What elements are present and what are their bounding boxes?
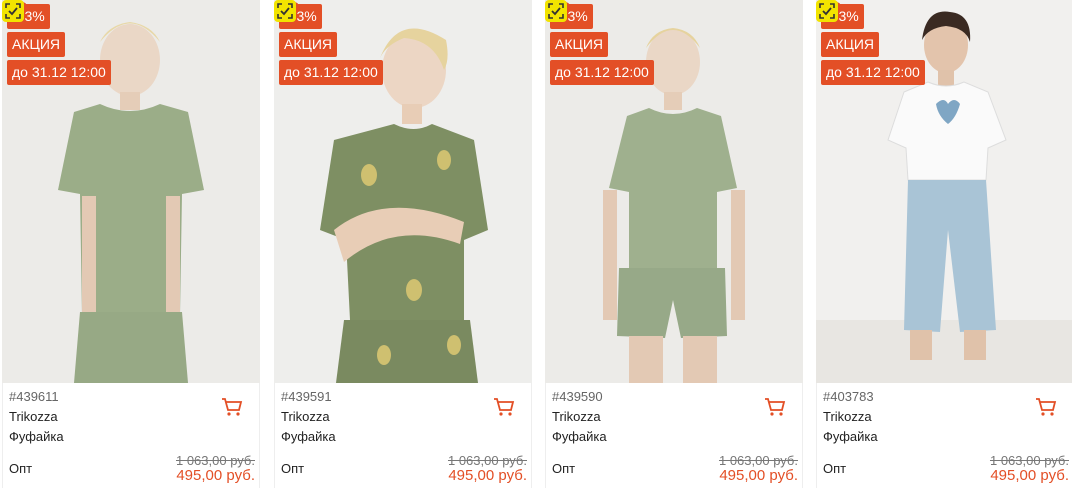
product-info: #439591 Trikozza Фуфайка Опт 1 063,00 ру… <box>274 383 532 488</box>
product-sku: #439591 <box>281 389 332 404</box>
product-brand[interactable]: Trikozza <box>823 409 872 424</box>
deadline-badge: до 31.12 12:00 <box>821 60 925 85</box>
price-type-label: Опт <box>552 461 576 476</box>
cart-icon[interactable] <box>493 397 515 417</box>
deadline-badge: до 31.12 12:00 <box>279 60 383 85</box>
deadline-badge: до 31.12 12:00 <box>550 60 654 85</box>
product-brand[interactable]: Trikozza <box>281 409 330 424</box>
current-price: 495,00 руб. <box>448 467 527 484</box>
promo-badge: АКЦИЯ <box>279 32 338 57</box>
promo-badge: АКЦИЯ <box>550 32 609 57</box>
cart-icon[interactable] <box>221 397 243 417</box>
price-type-label: Опт <box>823 461 847 476</box>
product-photo[interactable]: -53% АКЦИЯ до 31.12 12:00 <box>274 0 532 383</box>
product-photo[interactable]: -53% АКЦИЯ до 31.12 12:00 <box>816 0 1072 383</box>
model-green-tshirt-shorts-image <box>545 0 803 383</box>
model-white-tshirt-blue-pants-image <box>816 0 1072 383</box>
old-price: 1 063,00 руб. <box>718 453 798 468</box>
product-card[interactable]: -53% АКЦИЯ до 31.12 12:00 #439591 Trikoz… <box>274 0 532 488</box>
product-name[interactable]: Фуфайка <box>552 429 607 444</box>
deadline-badge: до 31.12 12:00 <box>7 60 111 85</box>
product-card[interactable]: -53% АКЦИЯ до 31.12 12:00 #439611 Trikoz… <box>2 0 260 488</box>
cart-icon[interactable] <box>1035 397 1057 417</box>
product-brand[interactable]: Trikozza <box>9 409 58 424</box>
product-info: #439611 Trikozza Фуфайка Опт 1 063,00 ру… <box>2 383 260 488</box>
product-name[interactable]: Фуфайка <box>281 429 336 444</box>
scan-check-icon[interactable] <box>816 0 838 22</box>
scan-check-icon[interactable] <box>2 0 24 22</box>
promo-badge: АКЦИЯ <box>821 32 880 57</box>
product-photo[interactable]: -53% АКЦИЯ до 31.12 12:00 <box>2 0 260 383</box>
old-price: 1 063,00 руб. <box>447 453 527 468</box>
current-price: 495,00 руб. <box>990 467 1069 484</box>
scan-check-icon[interactable] <box>274 0 296 22</box>
product-brand[interactable]: Trikozza <box>552 409 601 424</box>
product-photo[interactable]: -53% АКЦИЯ до 31.12 12:00 <box>545 0 803 383</box>
product-card[interactable]: -53% АКЦИЯ до 31.12 12:00 #439590 Trikoz… <box>545 0 803 488</box>
promo-badge: АКЦИЯ <box>7 32 66 57</box>
old-price: 1 063,00 руб. <box>989 453 1069 468</box>
product-name[interactable]: Фуфайка <box>9 429 64 444</box>
product-sku: #403783 <box>823 389 874 404</box>
product-grid: -53% АКЦИЯ до 31.12 12:00 #439611 Trikoz… <box>0 0 1072 488</box>
current-price: 495,00 руб. <box>176 467 255 484</box>
scan-check-icon[interactable] <box>545 0 567 22</box>
product-info: #439590 Trikozza Фуфайка Опт 1 063,00 ру… <box>545 383 803 488</box>
price-type-label: Опт <box>281 461 305 476</box>
cart-icon[interactable] <box>764 397 786 417</box>
old-price: 1 063,00 руб. <box>175 453 255 468</box>
model-green-tshirt-image <box>2 0 260 383</box>
current-price: 495,00 руб. <box>719 467 798 484</box>
price-type-label: Опт <box>9 461 33 476</box>
product-sku: #439611 <box>9 389 59 404</box>
product-card[interactable]: -53% АКЦИЯ до 31.12 12:00 #403783 Trikoz… <box>816 0 1072 488</box>
product-info: #403783 Trikozza Фуфайка Опт 1 063,00 ру… <box>816 383 1072 488</box>
product-name[interactable]: Фуфайка <box>823 429 878 444</box>
product-sku: #439590 <box>552 389 603 404</box>
model-print-pajama-image <box>274 0 532 383</box>
